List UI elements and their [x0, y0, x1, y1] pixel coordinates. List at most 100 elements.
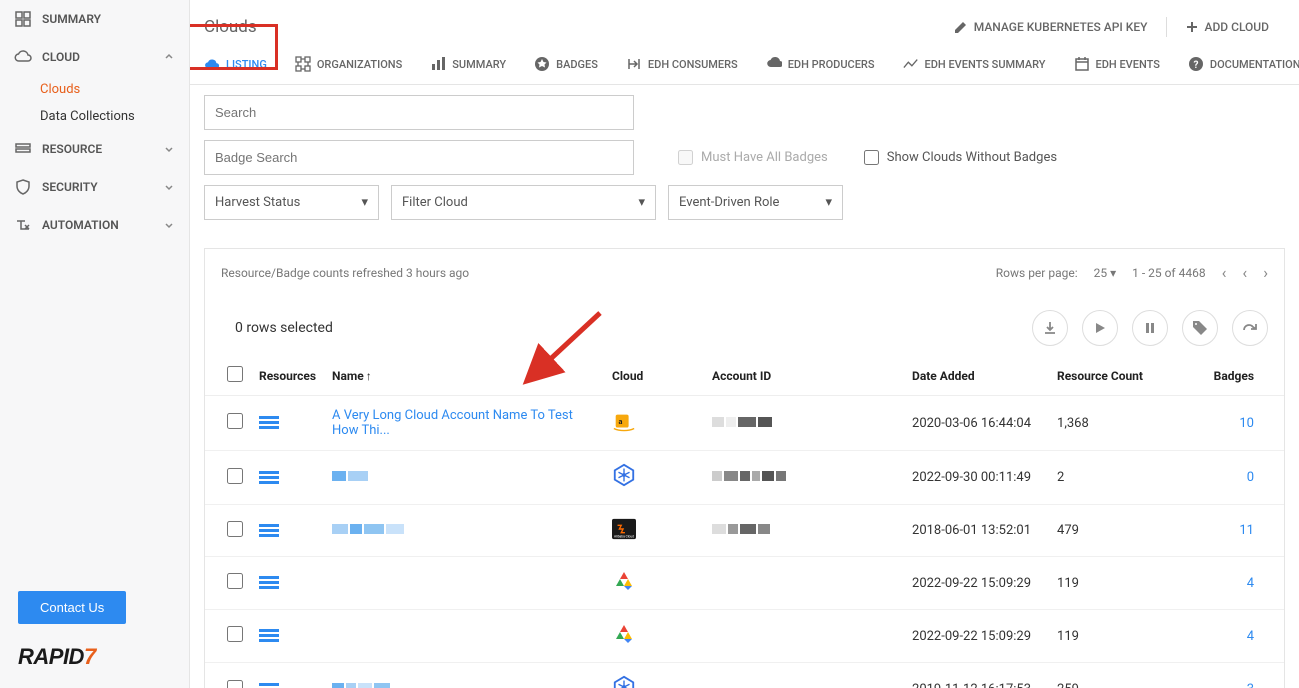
col-badges[interactable]: Badges: [1169, 356, 1284, 396]
tab-edh-events-summary[interactable]: EDH EVENTS SUMMARY: [903, 56, 1046, 84]
badges-link[interactable]: 11: [1239, 523, 1254, 538]
tab-summary[interactable]: SUMMARY: [430, 56, 506, 84]
add-cloud-button[interactable]: ADD CLOUD: [1175, 12, 1280, 42]
tab-edh-producers[interactable]: EDH PRODUCERS: [766, 56, 875, 84]
svg-text:?: ?: [1193, 60, 1198, 71]
chevron-up-icon: [163, 51, 175, 63]
nav-automation[interactable]: AUTOMATION: [0, 206, 189, 244]
manage-k8s-button[interactable]: MANAGE KUBERNETES API KEY: [944, 12, 1158, 42]
row-checkbox[interactable]: [227, 413, 243, 429]
tab-documentation[interactable]: ?DOCUMENTATION: [1188, 56, 1299, 84]
table-card: Resource/Badge counts refreshed 3 hours …: [204, 248, 1285, 688]
pause-button[interactable]: [1132, 310, 1168, 346]
badges-link[interactable]: 10: [1239, 416, 1254, 431]
date-added: 2022-09-30 00:11:49: [904, 451, 1049, 505]
nav-label: RESOURCE: [42, 142, 102, 156]
rows-per-page-select[interactable]: 25 ▾: [1094, 266, 1117, 280]
resource-count: 259: [1049, 663, 1169, 688]
col-count[interactable]: Resource Count: [1049, 356, 1169, 396]
svg-text:Alibaba Cloud: Alibaba Cloud: [614, 534, 634, 538]
gcp-icon: [612, 569, 636, 593]
sub-clouds[interactable]: Clouds: [0, 76, 189, 103]
sub-data-collections[interactable]: Data Collections: [0, 103, 189, 130]
chevron-down-icon: [163, 143, 175, 155]
k8s-icon: [612, 463, 636, 487]
resources-icon[interactable]: [259, 683, 316, 688]
tab-edh-events[interactable]: EDH EVENTS: [1074, 56, 1160, 84]
row-checkbox[interactable]: [227, 573, 243, 589]
refresh-status: Resource/Badge counts refreshed 3 hours …: [221, 266, 469, 280]
must-have-badges-checkbox[interactable]: Must Have All Badges: [678, 150, 828, 165]
prev-page-button[interactable]: ‹: [1242, 263, 1247, 282]
resource-count: 1,368: [1049, 396, 1169, 451]
tab-edh-consumers[interactable]: EDH CONSUMERS: [626, 56, 738, 84]
col-cloud[interactable]: Cloud: [604, 356, 704, 396]
col-account[interactable]: Account ID: [704, 356, 904, 396]
star-icon: [534, 56, 550, 72]
svg-text:a: a: [618, 417, 622, 426]
row-checkbox[interactable]: [227, 468, 243, 484]
account-id: [704, 557, 904, 610]
nav-cloud[interactable]: CLOUD: [0, 38, 189, 76]
caret-down-icon: ▾: [361, 195, 368, 210]
next-page-button[interactable]: ›: [1263, 263, 1268, 282]
grid-icon: [14, 10, 32, 28]
contact-button[interactable]: Contact Us: [18, 591, 126, 624]
nav-label: AUTOMATION: [42, 218, 119, 232]
redo-button[interactable]: [1232, 310, 1268, 346]
resources-icon[interactable]: [259, 524, 316, 538]
resource-count: 2: [1049, 451, 1169, 505]
pencil-icon: [954, 20, 968, 34]
harvest-status-select[interactable]: Harvest Status▾: [204, 185, 379, 220]
account-id: [704, 505, 904, 557]
highlight-annotation: [190, 24, 278, 70]
badges-link[interactable]: 0: [1247, 470, 1254, 485]
automation-icon: [14, 216, 32, 234]
select-all-checkbox[interactable]: [227, 366, 243, 382]
nav-security[interactable]: SECURITY: [0, 168, 189, 206]
tag-button[interactable]: [1182, 310, 1218, 346]
tab-badges[interactable]: BADGES: [534, 56, 598, 84]
filter-cloud-select[interactable]: Filter Cloud▾: [391, 185, 656, 220]
resources-icon[interactable]: [259, 471, 316, 485]
nav-label: CLOUD: [42, 50, 80, 64]
col-resources[interactable]: Resources: [251, 356, 324, 396]
nav-resource[interactable]: RESOURCE: [0, 130, 189, 168]
table-row: 2022-09-22 15:09:291194: [205, 610, 1284, 663]
resource-count: 479: [1049, 505, 1169, 557]
trend-icon: [903, 56, 919, 72]
header: Clouds MANAGE KUBERNETES API KEY ADD CLO…: [190, 0, 1299, 42]
k8s-icon: [612, 675, 636, 688]
badge-search-input[interactable]: [204, 140, 634, 175]
resources-icon[interactable]: [259, 416, 316, 430]
nav-summary[interactable]: SUMMARY: [0, 0, 189, 38]
tab-organizations[interactable]: ORGANIZATIONS: [295, 56, 402, 84]
account-id: [704, 663, 904, 688]
row-checkbox[interactable]: [227, 521, 243, 537]
col-date[interactable]: Date Added: [904, 356, 1049, 396]
date-added: 2019-11-12 16:17:53: [904, 663, 1049, 688]
row-checkbox[interactable]: [227, 680, 243, 688]
resources-icon[interactable]: [259, 629, 316, 643]
resource-count: 119: [1049, 610, 1169, 663]
table-row: Alibaba Cloud2018-06-01 13:52:0147911: [205, 505, 1284, 557]
show-without-badges-checkbox[interactable]: Show Clouds Without Badges: [864, 150, 1057, 165]
play-button[interactable]: [1082, 310, 1118, 346]
event-driven-role-select[interactable]: Event-Driven Role▾: [668, 185, 843, 220]
nav-label: SUMMARY: [42, 12, 101, 26]
resources-icon[interactable]: [259, 576, 316, 590]
table-row: 2022-09-22 15:09:291194: [205, 557, 1284, 610]
chart-icon: [430, 56, 446, 72]
tabs: LISTING ORGANIZATIONS SUMMARY BADGES EDH…: [190, 42, 1299, 85]
chevron-down-icon: [163, 181, 175, 193]
col-name[interactable]: Name↑: [324, 356, 604, 396]
table-row: 2022-09-30 00:11:492 0: [205, 451, 1284, 505]
table-row: 2019-11-12 16:17:53259 3: [205, 663, 1284, 688]
badges-link[interactable]: 4: [1247, 576, 1254, 591]
search-input[interactable]: [204, 95, 634, 130]
badges-link[interactable]: 4: [1247, 629, 1254, 644]
row-checkbox[interactable]: [227, 626, 243, 642]
badges-link[interactable]: 3: [1247, 682, 1254, 688]
cloud-name-link[interactable]: A Very Long Cloud Account Name To Test H…: [332, 408, 573, 438]
download-button[interactable]: [1032, 310, 1068, 346]
